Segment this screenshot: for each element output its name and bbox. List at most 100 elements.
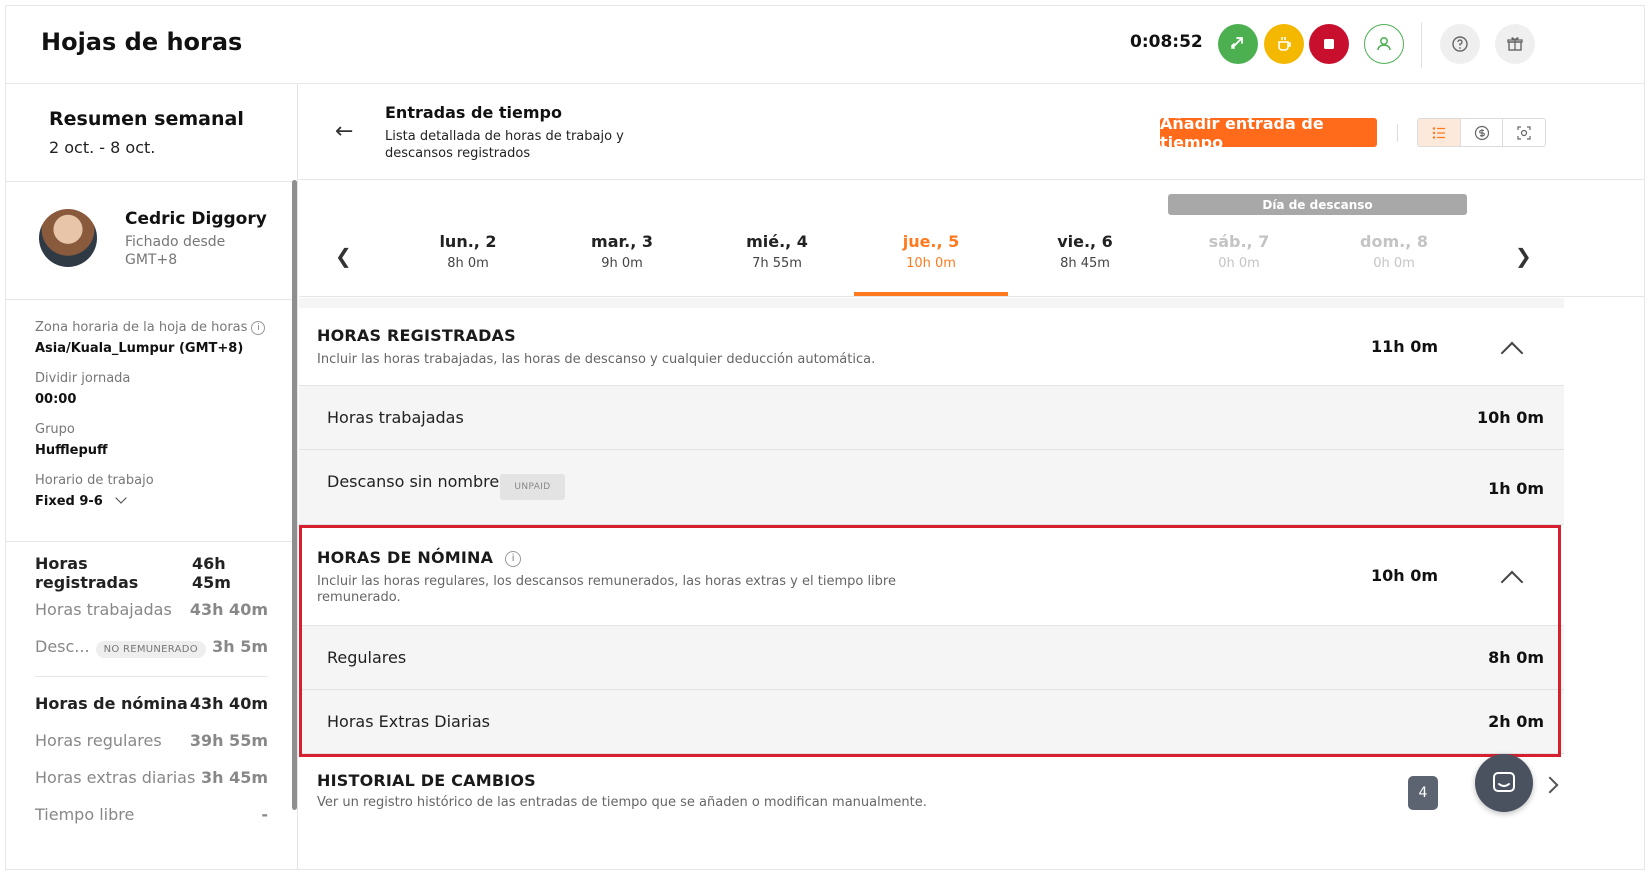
profile-button[interactable] (1364, 24, 1404, 64)
back-arrow-icon[interactable]: ← (335, 119, 353, 144)
user-name: Cedric Diggory (125, 209, 267, 229)
section-total: 10h 0m (1370, 566, 1438, 585)
detail-value-group: Hufflepuff (35, 443, 108, 458)
day-name: dom., 8 (1360, 232, 1428, 251)
help-icon (1452, 36, 1468, 52)
selected-day-indicator (854, 292, 1008, 296)
section-title-text: HORAS DE NÓMINA (317, 548, 494, 567)
unpaid-badge: NO REMUNERADO (95, 641, 206, 658)
day-tab-thu[interactable]: jue., 5 10h 0m (854, 232, 1008, 271)
user-card: Cedric Diggory Fichado desde GMT+8 (6, 182, 297, 300)
change-history-header[interactable]: HISTORIAL DE CAMBIOS Ver un registro his… (299, 754, 1564, 844)
info-icon[interactable]: i (251, 320, 266, 335)
day-hours: 7h 55m (752, 256, 802, 271)
list-icon (1432, 126, 1445, 139)
day-tab-mon[interactable]: lun., 2 8h 0m (391, 232, 545, 271)
detail-label-group: Grupo (35, 422, 75, 437)
row-worked-hours: Horas trabajadas 10h 0m (299, 386, 1564, 450)
stat-daily-overtime: Horas extras diarias 3h 45m (35, 759, 268, 796)
chevron-up-icon[interactable] (1500, 570, 1524, 594)
stat-value: 43h 40m (189, 694, 268, 713)
top-bar: Hojas de horas 0:08:52 (6, 6, 1644, 84)
row-value: 10h 0m (1476, 408, 1544, 427)
user-timezone: GMT+8 (125, 252, 178, 268)
stat-label: Horas registradas (35, 553, 139, 592)
stat-value: 3h 45m (200, 768, 268, 787)
row-unnamed-break: Descanso sin nombre UNPAID 1h 0m (299, 450, 1564, 525)
day-name: mar., 3 (591, 232, 653, 251)
day-tab-sat[interactable]: sáb., 7 0h 0m (1162, 232, 1316, 271)
day-tab-sun[interactable]: dom., 8 0h 0m (1317, 232, 1471, 271)
day-tab-fri[interactable]: vie., 6 8h 45m (1008, 232, 1162, 271)
stat-label: Horas extras diarias (35, 768, 196, 787)
day-hours: 9h 0m (601, 256, 643, 271)
day-hours: 8h 0m (447, 256, 489, 271)
section-description: Ver un registro histórico de las entrada… (317, 795, 927, 810)
sidebar-scrollbar[interactable] (292, 180, 297, 810)
day-hours: 0h 0m (1218, 256, 1260, 271)
registered-hours-header[interactable]: HORAS REGISTRADAS Incluir las horas trab… (299, 308, 1564, 386)
screenshot-icon (1517, 125, 1531, 140)
day-name: lun., 2 (439, 232, 497, 251)
cost-view-button[interactable] (1461, 119, 1504, 146)
stat-label: Desc... NO REMUNERADO (35, 637, 206, 658)
user-profile-icon (1377, 37, 1391, 51)
entries-header: ← Entradas de tiempo Lista detallada de … (299, 84, 1644, 180)
row-label: Horas trabajadas (327, 408, 464, 427)
weekly-summary-header: Resumen semanal 2 oct. - 8 oct. (6, 84, 297, 182)
avatar (39, 209, 97, 267)
day-tab-wed[interactable]: mié., 4 7h 55m (700, 232, 854, 271)
chevron-down-icon (115, 492, 128, 504)
chevron-right-icon[interactable]: ❯ (1515, 244, 1532, 268)
history-count-badge: 4 (1408, 776, 1438, 810)
info-icon[interactable]: i (505, 551, 522, 567)
chevron-left-icon[interactable]: ❮ (335, 244, 352, 268)
screenshot-view-button[interactable] (1503, 119, 1545, 146)
section-total: 11h 0m (1370, 337, 1438, 356)
entries-title: Entradas de tiempo (385, 103, 562, 122)
work-schedule-dropdown[interactable]: Fixed 9-6 (35, 492, 297, 509)
weekly-stats: Horas registradas 46h 45m Horas trabajad… (6, 542, 297, 833)
chat-launcher-button[interactable] (1475, 754, 1533, 812)
detail-value-timezone: Asia/Kuala_Lumpur (GMT+8) (35, 341, 244, 356)
stat-label: Horas de nómina (35, 694, 188, 713)
summary-date-range: 2 oct. - 8 oct. (49, 138, 156, 157)
day-hours: 0h 0m (1373, 256, 1415, 271)
running-timer: 0:08:52 (1130, 32, 1203, 52)
view-toggle (1417, 118, 1546, 147)
stat-value: 43h 40m (189, 600, 268, 619)
coffee-break-icon (1278, 37, 1291, 51)
timesheet-details: Zona horaria de la hoja de horas i Asia/K… (6, 300, 297, 542)
list-view-button[interactable] (1418, 119, 1461, 146)
detail-value-schedule: Fixed 9-6 (35, 494, 103, 509)
help-button[interactable] (1440, 24, 1480, 64)
add-time-entry-button[interactable]: Añadir entrada de tiempo (1160, 114, 1377, 152)
stat-registered-hours: Horas registradas 46h 45m (35, 553, 268, 592)
stat-regular-hours: Horas regulares 39h 55m (35, 722, 268, 759)
section-description: Incluir las horas trabajadas, las horas … (317, 352, 876, 367)
row-value: 8h 0m (1488, 648, 1544, 667)
switch-activity-button[interactable] (1218, 24, 1258, 64)
header-divider (1421, 22, 1422, 68)
section-title: HORAS REGISTRADAS (317, 326, 516, 345)
stat-label: Horas trabajadas (35, 600, 172, 619)
clock-out-button[interactable] (1309, 24, 1349, 64)
take-break-button[interactable] (1264, 24, 1304, 64)
section-title: HISTORIAL DE CAMBIOS (317, 771, 536, 790)
header-divider (1397, 124, 1398, 142)
detail-value-split: 00:00 (35, 392, 77, 407)
day-hours: 8h 45m (1060, 256, 1110, 271)
whats-new-button[interactable] (1495, 24, 1535, 64)
stat-label-text: Desc... (35, 637, 90, 656)
payroll-hours-header[interactable]: HORAS DE NÓMINA i Incluir las horas regul… (299, 525, 1564, 626)
chevron-up-icon[interactable] (1500, 341, 1524, 365)
timezone-label-text: Zona horaria de la hoja de horas (35, 320, 248, 335)
time-entries-panel: ← Entradas de tiempo Lista detallada de … (299, 84, 1644, 869)
gift-icon (1507, 37, 1523, 51)
transfer-icon (1230, 37, 1243, 49)
summary-title: Resumen semanal (49, 108, 244, 130)
stat-unpaid-break: Desc... NO REMUNERADO 3h 5m (35, 628, 268, 665)
weekly-summary-sidebar: Resumen semanal 2 oct. - 8 oct. Cedric D… (6, 84, 298, 869)
stat-label: Tiempo libre (35, 805, 135, 824)
day-tab-tue[interactable]: mar., 3 9h 0m (545, 232, 699, 271)
